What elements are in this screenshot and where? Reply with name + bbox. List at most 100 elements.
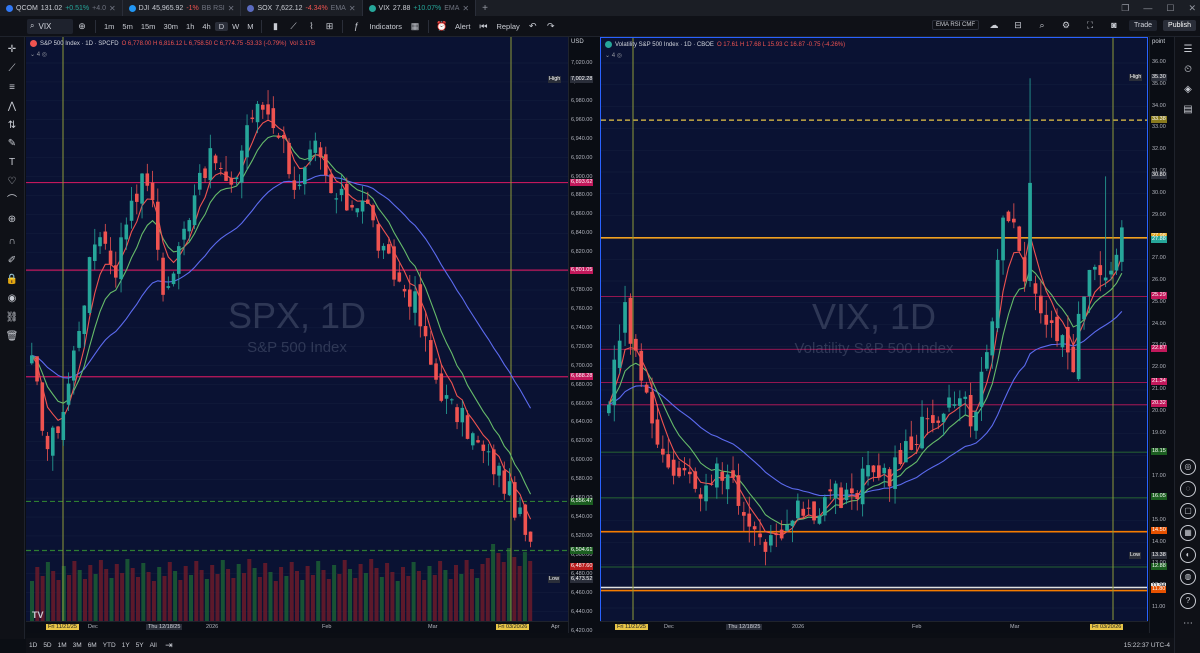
calendar-icon[interactable]: ▦ xyxy=(1180,525,1196,541)
eye-icon[interactable]: ◎ xyxy=(617,53,622,59)
symbol-tab[interactable]: VIX 27.88 +10.07% EMA ✕ xyxy=(362,0,477,16)
magnet-icon[interactable]: ∩ xyxy=(5,235,19,249)
restore-icon[interactable]: ❐ xyxy=(1121,3,1129,14)
utc-clock[interactable]: 15:22:37 UTC-4 xyxy=(1124,642,1170,649)
interval-1m[interactable]: 1m xyxy=(100,22,118,31)
cloud-icon[interactable]: ☁ xyxy=(988,19,1000,31)
interval-4h[interactable]: 4h xyxy=(198,22,214,31)
interval-1h[interactable]: 1h xyxy=(182,22,198,31)
goto-date-icon[interactable]: ⇥ xyxy=(163,640,175,652)
ruler-icon[interactable]: ⌇ xyxy=(305,20,317,32)
range-6m[interactable]: 6M xyxy=(85,642,100,649)
more-icon[interactable]: ⋯ xyxy=(1181,617,1195,631)
interval-d[interactable]: D xyxy=(214,21,229,31)
close-tab-icon[interactable]: ✕ xyxy=(462,4,469,13)
link-icon[interactable]: ⛓ xyxy=(5,311,19,325)
symbol-tab[interactable]: SOX 7,622.12 -4.34% EMA ✕ xyxy=(241,0,363,16)
close-tab-icon[interactable]: ✕ xyxy=(349,4,356,13)
stay-drawing-icon[interactable]: ✐ xyxy=(5,254,19,268)
add-symbol-icon[interactable]: ⊕ xyxy=(76,20,88,32)
eye-icon[interactable]: ◉ xyxy=(5,292,19,306)
replay-button[interactable]: Replay xyxy=(492,22,523,31)
close-tab-icon[interactable]: ✕ xyxy=(109,4,116,13)
crosshair-icon[interactable]: ✛ xyxy=(5,43,19,57)
trend-line-icon[interactable]: ⟋ xyxy=(5,62,19,76)
heart-icon[interactable]: ♡ xyxy=(5,175,19,189)
spx-chart-pane[interactable]: SPX, 1D S&P 500 Index S&P 500 Index · 1D… xyxy=(26,37,568,633)
trade-button[interactable]: Trade xyxy=(1129,19,1158,31)
help-icon[interactable]: ? xyxy=(1180,593,1196,609)
vix-title[interactable]: Volatility S&P 500 Index · 1D · CBOE xyxy=(615,42,714,48)
indicators-button[interactable]: Indicators xyxy=(365,22,406,31)
maximize-icon[interactable]: ☐ xyxy=(1166,3,1174,14)
lock-icon[interactable]: 🔒 xyxy=(5,273,19,287)
symbol-search[interactable]: ⌕ VIX xyxy=(27,18,73,34)
notifications-icon[interactable]: ◍ xyxy=(1180,569,1196,585)
vix-price-scale[interactable]: point 36.0035.0034.0033.0032.0031.0030.0… xyxy=(1149,37,1174,633)
alerts-icon[interactable]: ⏲ xyxy=(1181,63,1195,77)
ideas-icon[interactable]: ◎ xyxy=(1180,459,1196,475)
interval-5m[interactable]: 5m xyxy=(118,22,136,31)
range-1m[interactable]: 1M xyxy=(55,642,70,649)
indicator-template-button[interactable]: EMA RSI CMF xyxy=(931,20,979,30)
hotlist-icon[interactable]: ▤ xyxy=(1181,103,1195,117)
symbol-tab[interactable]: DJI 45,965.92 -1% BB RSI ✕ xyxy=(123,0,242,16)
spx-currency[interactable]: USD xyxy=(571,39,584,45)
streams-icon[interactable]: ◌ xyxy=(1180,481,1196,497)
zoom-icon[interactable]: ⊕ xyxy=(5,213,19,227)
search-icon[interactable]: ⌕ xyxy=(1036,19,1048,31)
vix-chart-pane[interactable]: VIX, 1D Volatility S&P 500 Index Volatil… xyxy=(600,37,1148,633)
new-tab-icon[interactable]: + xyxy=(476,3,494,14)
interval-w[interactable]: W xyxy=(228,22,243,31)
trash-icon[interactable]: 🗑 xyxy=(5,330,19,344)
range-5d[interactable]: 5D xyxy=(40,642,54,649)
spx-price-scale[interactable]: USD 7,020.007,000.006,980.006,960.006,94… xyxy=(568,37,600,633)
range-1y[interactable]: 1Y xyxy=(119,642,133,649)
candle-type-icon[interactable]: ▮ xyxy=(269,20,281,32)
pattern-icon[interactable]: ⋀ xyxy=(5,100,19,114)
close-window-icon[interactable]: ✕ xyxy=(1188,3,1196,14)
layout-icon[interactable]: ▦ xyxy=(409,20,421,32)
symbol-tab[interactable]: QCOM 131.02 +0.51% +4.0 ✕ xyxy=(0,0,123,16)
redo-icon[interactable]: ↷ xyxy=(545,20,557,32)
chat-icon[interactable]: ▢ xyxy=(1180,503,1196,519)
compare-icon[interactable]: ⊞ xyxy=(323,20,335,32)
undo-icon[interactable]: ↶ xyxy=(527,20,539,32)
spx-title[interactable]: S&P 500 Index · 1D · SPCFD xyxy=(40,41,119,47)
fib-icon[interactable]: ≡ xyxy=(5,81,19,95)
interval-30m[interactable]: 30m xyxy=(159,22,182,31)
prediction-icon[interactable]: ⇅ xyxy=(5,119,19,133)
layout-grid-icon[interactable]: ⊟ xyxy=(1012,19,1024,31)
brush-icon[interactable]: ✎ xyxy=(5,137,19,151)
camera-icon[interactable]: ◙ xyxy=(1108,19,1120,31)
eye-icon[interactable]: ◎ xyxy=(42,52,47,58)
vix-indicators-collapsed[interactable]: ⌄ 4 ◎ xyxy=(605,52,622,59)
volume-bar xyxy=(257,577,262,621)
interval-15m[interactable]: 15m xyxy=(137,22,160,31)
layers-icon[interactable]: ◈ xyxy=(1181,83,1195,97)
signals-icon[interactable]: ◐ xyxy=(1180,547,1196,563)
price-tick: 6,740.00 xyxy=(571,324,593,331)
range-3m[interactable]: 3M xyxy=(70,642,85,649)
range-ytd[interactable]: YTD xyxy=(100,642,119,649)
range-5y[interactable]: 5Y xyxy=(133,642,147,649)
vix-scale-mode[interactable]: point xyxy=(1152,39,1165,45)
settings-icon[interactable]: ⚙ xyxy=(1060,19,1072,31)
candle-body xyxy=(817,515,822,524)
fullscreen-icon[interactable]: ⛶ xyxy=(1084,19,1096,31)
range-1d[interactable]: 1D xyxy=(26,642,40,649)
line-type-icon[interactable]: ⟋ xyxy=(287,20,299,32)
close-tab-icon[interactable]: ✕ xyxy=(228,4,235,13)
minimize-icon[interactable]: — xyxy=(1143,3,1152,13)
spx-time-axis[interactable]: Fri 11/21/25 Dec Thu 12/18/25 2026 Feb Mar Fri… xyxy=(26,621,568,633)
text-icon[interactable]: T xyxy=(5,156,19,170)
watchlist-icon[interactable]: ☰ xyxy=(1181,43,1195,57)
vix-time-axis[interactable]: Fri 11/21/25 Dec Thu 12/18/25 2026 Feb Mar Fri… xyxy=(600,621,1148,633)
alert-button[interactable]: Alert xyxy=(451,22,474,31)
publish-button[interactable]: Publish xyxy=(1163,19,1196,31)
interval-m[interactable]: M xyxy=(243,22,257,31)
spx-indicators-collapsed[interactable]: ⌄ 4 ◎ xyxy=(30,51,47,58)
range-all[interactable]: All xyxy=(147,642,160,649)
measure-icon[interactable]: ⌒ xyxy=(5,194,19,208)
candle-body xyxy=(947,397,951,408)
